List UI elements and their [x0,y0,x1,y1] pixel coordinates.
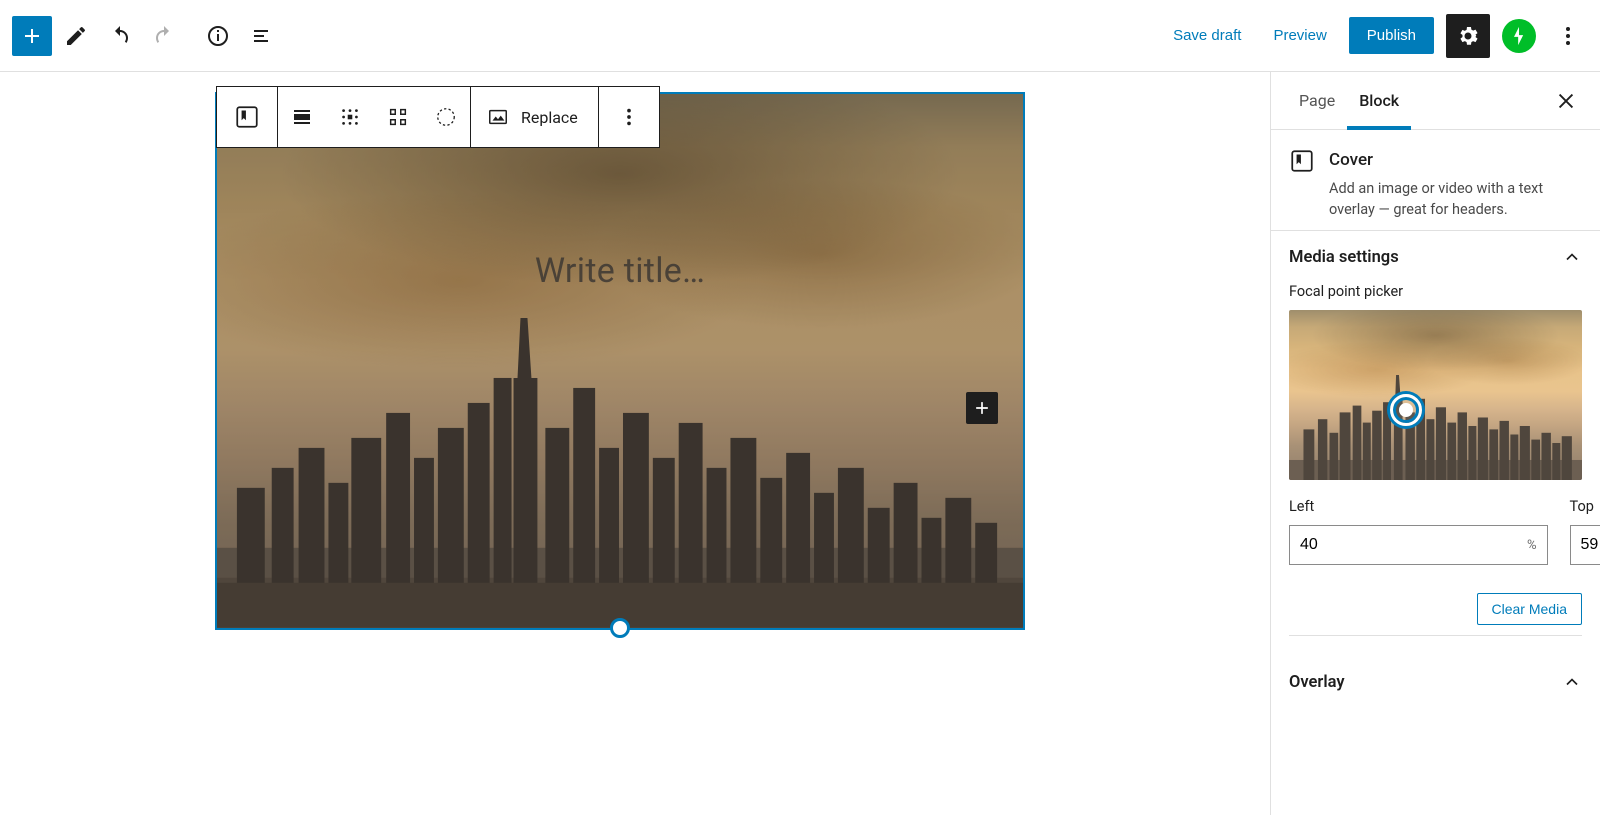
more-vertical-icon [1556,24,1580,48]
media-settings-body: Focal point picker [1271,283,1600,656]
cover-block-icon [234,104,260,130]
focal-top-label: Top [1570,498,1600,515]
add-icon [20,24,44,48]
editor-header: Save draft Preview Publish [0,0,1600,72]
preview-button[interactable]: Preview [1263,19,1336,52]
media-settings-toggle[interactable]: Media settings [1271,231,1600,283]
editor-canvas[interactable]: Replace [0,72,1270,815]
block-card-description: Add an image or video with a text overla… [1329,178,1582,220]
focal-left-label: Left [1289,498,1548,515]
list-view-icon [250,24,274,48]
undo-icon [108,24,132,48]
focal-point-marker[interactable] [1390,394,1422,426]
block-type-button[interactable] [217,87,277,147]
jetpack-icon [1509,26,1529,46]
block-toolbar: Replace [216,86,660,148]
content-position-icon [339,106,361,128]
replace-media-button[interactable]: Replace [471,106,598,128]
align-icon [290,105,314,129]
tab-block[interactable]: Block [1347,72,1411,129]
focal-top-field[interactable]: % [1570,525,1600,565]
sidebar-tabs: Page Block [1271,72,1600,130]
more-vertical-icon [618,106,640,128]
focal-top-input[interactable] [1571,536,1600,554]
pencil-icon [64,24,88,48]
resize-handle-bottom[interactable] [610,618,630,638]
settings-sidebar: Page Block Cover Add an image or video w… [1270,72,1600,815]
duotone-icon [435,106,457,128]
cover-image [217,94,1023,628]
close-sidebar-button[interactable] [1548,83,1584,119]
info-icon [206,24,230,48]
focal-left-field[interactable]: % [1289,525,1548,565]
list-view-button[interactable] [242,16,282,56]
align-button[interactable] [278,87,326,147]
chevron-up-icon [1562,247,1582,267]
gear-icon [1456,24,1480,48]
media-settings-heading: Media settings [1289,248,1399,267]
content-position-button[interactable] [326,87,374,147]
publish-button[interactable]: Publish [1349,17,1434,54]
block-inserter-button[interactable] [12,16,52,56]
clear-media-button[interactable]: Clear Media [1477,593,1582,625]
redo-icon [152,24,176,48]
block-card-title: Cover [1329,150,1582,170]
focal-left-input[interactable] [1290,536,1517,554]
fullwidth-icon [387,106,409,128]
unit-label: % [1517,538,1547,553]
jetpack-button[interactable] [1502,19,1536,53]
focal-point-label: Focal point picker [1289,283,1582,300]
block-more-button[interactable] [599,87,659,147]
close-icon [1555,90,1577,112]
block-card: Cover Add an image or video with a text … [1271,130,1600,231]
settings-toggle-button[interactable] [1446,14,1490,58]
undo-button[interactable] [100,16,140,56]
save-draft-button[interactable]: Save draft [1163,19,1251,52]
focal-point-picker[interactable] [1289,310,1582,480]
tab-page[interactable]: Page [1287,72,1347,129]
inner-block-appender[interactable] [966,392,998,424]
replace-label: Replace [521,108,578,127]
chevron-up-icon [1562,672,1582,692]
cover-block[interactable]: Write title… [215,92,1025,630]
more-menu-button[interactable] [1548,16,1588,56]
overlay-toggle[interactable]: Overlay [1271,656,1600,708]
cover-block-icon [1289,148,1315,174]
edit-mode-button[interactable] [56,16,96,56]
full-height-button[interactable] [374,87,422,147]
header-left [12,16,282,56]
overlay-heading: Overlay [1289,673,1345,692]
details-button[interactable] [198,16,238,56]
add-icon [972,398,992,418]
redo-button[interactable] [144,16,184,56]
duotone-button[interactable] [422,87,470,147]
header-right: Save draft Preview Publish [1163,14,1588,58]
image-icon [487,106,509,128]
cover-title-input[interactable]: Write title… [535,251,705,291]
